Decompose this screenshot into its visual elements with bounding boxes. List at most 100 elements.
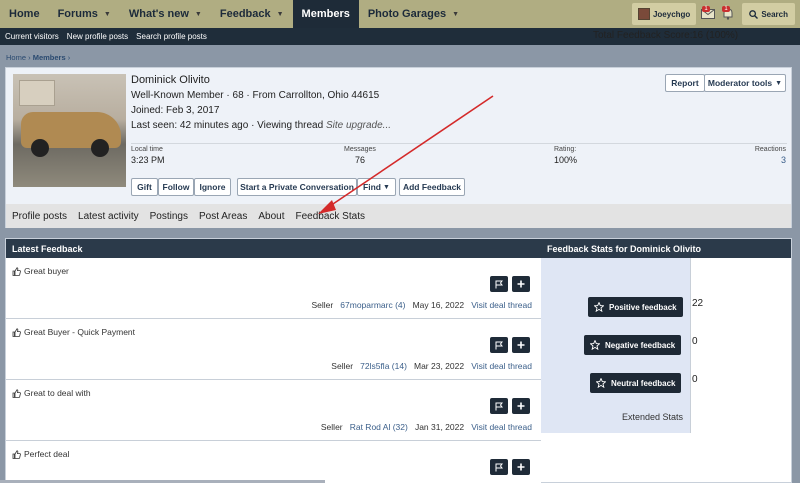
profile-avatar-photo[interactable] [13,74,126,187]
flag-icon [495,402,503,410]
feedback-title: Perfect deal [12,449,69,459]
stat-value[interactable]: 76 [344,155,376,165]
nav-forums[interactable]: Forums ▼ [49,0,120,28]
visit-deal-thread-link[interactable]: Visit deal thread [471,361,532,371]
flag-icon [495,280,503,288]
nav-photo-garages[interactable]: Photo Garages ▼ [359,0,468,28]
add-button[interactable] [512,459,530,475]
nav-feedback[interactable]: Feedback ▼ [211,0,293,28]
add-button[interactable] [512,276,530,292]
inbox-button[interactable]: 1 [698,3,718,25]
nav-home[interactable]: Home [0,0,49,28]
feedback-title: Great Buyer - Quick Payment [12,327,135,337]
user-menu[interactable]: Joeychgo [631,3,697,25]
report-flag-button[interactable] [490,459,508,475]
alerts-button[interactable]: 1 [718,3,738,25]
subnav-search-profile-posts[interactable]: Search profile posts [136,32,207,41]
thumbs-up-icon [12,449,21,459]
avatar [637,8,650,20]
feedback-user-link[interactable]: 67moparmarc (4) [340,300,405,310]
negative-feedback-button[interactable]: Negative feedback [584,335,682,355]
feedback-meta: Seller 67moparmarc (4) May 16, 2022 Visi… [311,300,532,310]
stat-reactions: Reactions 3 [755,146,786,165]
nav-label: Photo Garages [367,8,447,20]
tab-post-areas[interactable]: Post Areas [199,211,247,222]
alerts-badge: 1 [722,6,730,12]
breadcrumb-home[interactable]: Home [6,53,26,62]
subnav-current-visitors[interactable]: Current visitors [5,32,59,41]
feedback-actions [490,459,530,475]
extended-stats-link[interactable]: Extended Stats [622,412,683,422]
add-feedback-button[interactable]: Add Feedback [399,178,465,196]
search-button[interactable]: Search [742,3,795,25]
tab-profile-posts[interactable]: Profile posts [12,211,67,222]
stat-local-time: Local time 3:23 PM [131,146,165,165]
tab-latest-activity[interactable]: Latest activity [78,211,139,222]
feedback-actions [490,398,530,414]
feedback-title-text: Great buyer [24,266,69,276]
report-flag-button[interactable] [490,398,508,414]
breadcrumb-members[interactable]: Members [33,53,66,62]
tab-feedback-stats[interactable]: Feedback Stats [295,211,364,222]
caret-down-icon: ▼ [103,10,111,18]
divider [131,143,787,144]
stat-label: Messages [344,146,376,153]
feedback-title-text: Great Buyer - Quick Payment [24,327,136,337]
follow-button[interactable]: Follow [158,178,194,196]
inbox-badge: 1 [702,6,710,12]
top-navigation: Home Forums ▼ What's new ▼ Feedback ▼ Membe… [0,0,800,28]
plus-icon [517,463,525,471]
nav-members[interactable]: Members [292,0,359,28]
thumbs-up-icon [12,266,21,276]
username: Joeychgo [652,9,691,19]
positive-feedback-button[interactable]: Positive feedback [588,297,683,317]
last-seen-thread-link[interactable]: Site upgrade... [326,120,391,131]
add-button[interactable] [512,398,530,414]
find-button[interactable]: Find ▼ [357,178,396,196]
positive-label: Positive feedback [609,302,677,312]
visit-deal-thread-link[interactable]: Visit deal thread [471,422,532,432]
stat-label: Rating: [554,146,577,153]
profile-name: Dominick Olivito [131,74,210,86]
gift-button[interactable]: Gift [131,178,158,196]
report-button[interactable]: Report [665,74,705,92]
neutral-feedback-button[interactable]: Neutral feedback [590,373,682,393]
nav-whats-new[interactable]: What's new ▼ [120,0,211,28]
nav-label: What's new [128,8,189,20]
feedback-user-link[interactable]: 72ls5fla (14) [360,361,407,371]
chevron-right-icon: › [67,53,71,62]
stat-messages: Messages 76 [344,146,376,165]
profile-last-seen: Last seen: 42 minutes ago · Viewing thre… [131,120,391,131]
plus-icon [517,341,525,349]
tab-about[interactable]: About [258,211,284,222]
plus-icon [517,402,525,410]
report-flag-button[interactable] [490,337,508,353]
negative-label: Negative feedback [605,340,676,350]
flag-icon [495,463,503,471]
moderator-tools-button[interactable]: Moderator tools ▼ [704,74,786,92]
feedback-date: Jan 31, 2022 [414,422,465,432]
tab-postings[interactable]: Postings [150,211,188,222]
start-conversation-button[interactable]: Start a Private Conversation [237,178,357,196]
plus-icon [517,280,525,288]
total-score-label: Total Feedback Score: [593,30,693,41]
stat-value[interactable]: 3 [755,155,786,165]
wheel [31,139,49,157]
ignore-button[interactable]: Ignore [194,178,231,196]
subnav-new-profile-posts[interactable]: New profile posts [67,32,128,41]
feedback-list: Great buyer Seller 67moparmarc (4) May 1… [6,258,541,483]
star-icon [590,340,600,350]
report-flag-button[interactable] [490,276,508,292]
feedback-title: Great buyer [12,266,69,276]
wall-poster [19,80,55,106]
visit-deal-thread-link[interactable]: Visit deal thread [471,300,532,310]
star-icon [596,378,606,388]
add-button[interactable] [512,337,530,353]
negative-count: 0 [692,336,698,347]
feedback-stats-values [691,258,791,433]
caret-down-icon: ▼ [452,10,460,18]
breadcrumb: Home › Members › [6,53,70,62]
nav-label: Feedback [219,8,271,20]
feedback-user-link[interactable]: Rat Rod Al (32) [350,422,408,432]
total-score-value: 16 (100%) [692,30,739,41]
